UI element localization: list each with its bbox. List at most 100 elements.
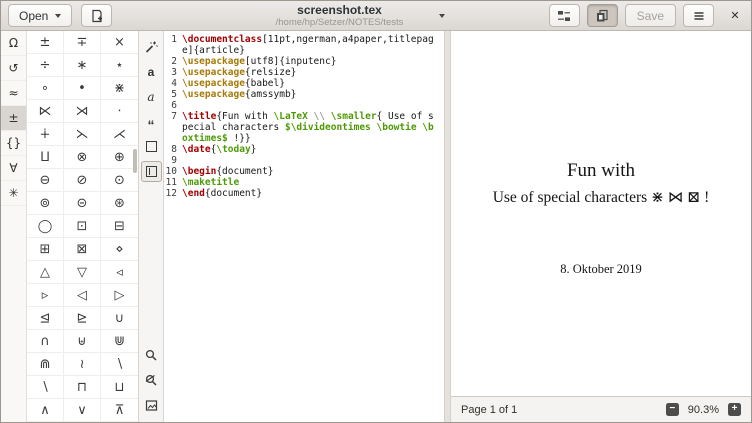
open-button[interactable]: Open: [8, 4, 72, 27]
symbol-cell[interactable]: ⋅: [101, 100, 138, 122]
symbol-cell[interactable]: ×: [101, 31, 138, 53]
symbol-cell[interactable]: ⋒: [27, 353, 64, 375]
symbol-cell[interactable]: ◃: [101, 261, 138, 283]
insert-image-button[interactable]: [141, 393, 162, 418]
symbol-cell[interactable]: ⋊: [64, 100, 101, 122]
save-button[interactable]: Save: [625, 4, 676, 27]
symbol-cell[interactable]: ⊝: [64, 192, 101, 214]
symbol-cell[interactable]: ⊘: [64, 169, 101, 191]
code-line: 12\end{document}: [164, 188, 444, 199]
symbols-tab-misc-symbols[interactable]: ✳: [1, 181, 26, 206]
preview-page: Fun with Use of special characters ⋇ ⋈ ⊠…: [451, 31, 751, 396]
search-replace-button[interactable]: [141, 368, 162, 393]
symbol-cell[interactable]: ∖: [27, 376, 64, 398]
symbol-cell[interactable]: •: [64, 77, 101, 99]
rendered-subtitle: Use of special characters ⋇ ⋈ ⊠ !: [451, 188, 751, 207]
document-structure-button[interactable]: [549, 4, 580, 27]
symbol-cell[interactable]: ⊞: [27, 238, 64, 260]
code-text: \title{Fun with \LaTeX \\ \smaller{ Use …: [182, 111, 444, 144]
symbol-cell[interactable]: ⊎: [64, 330, 101, 352]
symbol-cell[interactable]: ⋓: [101, 330, 138, 352]
pane-divider[interactable]: [444, 31, 451, 422]
main-content: Ω↺≈±{}∀✳ ±∓×÷∗⋆∘•⋇⋉⋊⋅∔⋋⋌⨿⊗⊕⊖⊘⊙⊚⊝⊛◯⊡⊟⊞⊠⋄△…: [1, 31, 751, 422]
symbol-cell[interactable]: ⋉: [27, 100, 64, 122]
document-title-block: screenshot.tex /home/hp/Setzer/NOTES/tes…: [252, 3, 427, 28]
symbols-tab-operators[interactable]: ±: [1, 106, 26, 131]
menu-button[interactable]: [683, 4, 714, 27]
headerbar: Open screenshot.tex /home/hp/Setzer/NOTE…: [1, 1, 751, 31]
symbol-cell[interactable]: ÷: [27, 54, 64, 76]
symbol-cell[interactable]: ⊙: [101, 169, 138, 191]
symbols-tab-delimiters[interactable]: {}: [1, 131, 26, 156]
quotes-button[interactable]: “: [141, 109, 162, 134]
symbol-cell[interactable]: ⋄: [101, 238, 138, 260]
line-number: 1: [164, 34, 182, 56]
symbol-cell[interactable]: ⋇: [101, 77, 138, 99]
preview-toggle-button[interactable]: [587, 4, 618, 27]
symbol-cell[interactable]: ∪: [101, 307, 138, 329]
frame-button[interactable]: [141, 134, 162, 159]
symbol-cell[interactable]: ⊓: [64, 376, 101, 398]
code-editor[interactable]: 1\documentclass[11pt,ngerman,a4paper,tit…: [164, 31, 444, 422]
symbol-cell[interactable]: ≀: [64, 353, 101, 375]
new-document-button[interactable]: [81, 4, 112, 27]
symbols-tab-relations[interactable]: ≈: [1, 81, 26, 106]
line-number: 7: [164, 111, 182, 144]
italic-button[interactable]: a: [141, 84, 162, 109]
symbol-row: ◯⊡⊟: [27, 215, 138, 238]
symbol-cell[interactable]: ⊴: [27, 307, 64, 329]
editor-toolbar: a a “: [139, 31, 164, 422]
symbols-tab-misc-math[interactable]: ∀: [1, 156, 26, 181]
symbol-cell[interactable]: ⨿: [27, 146, 64, 168]
document-chooser[interactable]: screenshot.tex /home/hp/Setzer/NOTES/tes…: [252, 3, 445, 28]
symbol-cell[interactable]: ∓: [64, 31, 101, 53]
bold-button[interactable]: a: [141, 59, 162, 84]
symbols-tab-arrows[interactable]: ↺: [1, 56, 26, 81]
symbol-row: ÷∗⋆: [27, 54, 138, 77]
symbol-cell[interactable]: ⊵: [64, 307, 101, 329]
symbol-cell[interactable]: ⊔: [101, 376, 138, 398]
symbol-cell[interactable]: ∖: [101, 353, 138, 375]
code-text: \date{\today}: [182, 144, 444, 155]
symbol-cell[interactable]: ∧: [27, 399, 64, 421]
code-line: 11\maketitle: [164, 177, 444, 188]
symbol-cell[interactable]: ▹: [27, 284, 64, 306]
wizard-button[interactable]: [141, 34, 162, 59]
symbol-cell[interactable]: ∔: [27, 123, 64, 145]
symbol-cell[interactable]: ⊼: [101, 399, 138, 421]
search-button[interactable]: [141, 343, 162, 368]
symbol-cell[interactable]: ⋋: [64, 123, 101, 145]
symbol-cell[interactable]: ∗: [64, 54, 101, 76]
symbol-cell[interactable]: △: [27, 261, 64, 283]
symbol-cell[interactable]: ⊖: [27, 169, 64, 191]
symbol-cell[interactable]: ⊗: [64, 146, 101, 168]
code-text: \begin{document}: [182, 166, 444, 177]
symbol-cell[interactable]: ⋌: [101, 123, 138, 145]
symbol-cell[interactable]: ∨: [64, 399, 101, 421]
zoom-in-button[interactable]: +: [728, 403, 741, 416]
symbol-cell[interactable]: ▷: [101, 284, 138, 306]
symbol-cell[interactable]: ∩: [27, 330, 64, 352]
code-text: \usepackage[utf8]{inputenc}: [182, 56, 444, 67]
symbols-grid: ±∓×÷∗⋆∘•⋇⋉⋊⋅∔⋋⋌⨿⊗⊕⊖⊘⊙⊚⊝⊛◯⊡⊟⊞⊠⋄△▽◃▹◁▷⊴⊵∪∩…: [27, 31, 139, 422]
symbols-tab-greek-letters[interactable]: Ω: [1, 31, 26, 56]
window-close-button[interactable]: ✕: [726, 7, 744, 25]
symbol-cell[interactable]: ⊠: [64, 238, 101, 260]
line-number: 8: [164, 144, 182, 155]
symbol-cell[interactable]: ⊛: [101, 192, 138, 214]
symbol-cell[interactable]: ⊚: [27, 192, 64, 214]
code-text: [182, 100, 444, 111]
symbols-scrollbar[interactable]: [133, 149, 137, 173]
code-line: 1\documentclass[11pt,ngerman,a4paper,tit…: [164, 34, 444, 56]
symbol-cell[interactable]: ◁: [64, 284, 101, 306]
page-layout-button[interactable]: [141, 161, 162, 182]
symbol-cell[interactable]: ±: [27, 31, 64, 53]
symbol-cell[interactable]: ◯: [27, 215, 64, 237]
symbol-cell[interactable]: ⊟: [101, 215, 138, 237]
symbol-cell[interactable]: ▽: [64, 261, 101, 283]
symbol-cell[interactable]: ⋆: [101, 54, 138, 76]
code-text: \usepackage{relsize}: [182, 67, 444, 78]
symbol-cell[interactable]: ∘: [27, 77, 64, 99]
zoom-out-button[interactable]: −: [666, 403, 679, 416]
symbol-cell[interactable]: ⊡: [64, 215, 101, 237]
